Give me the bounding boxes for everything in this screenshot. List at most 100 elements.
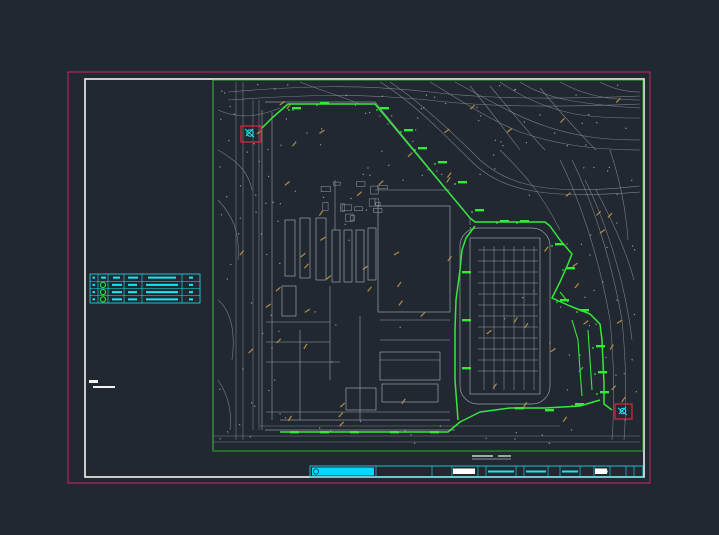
legend-cell bbox=[112, 298, 122, 301]
terrain-point bbox=[494, 168, 496, 170]
terrain-point bbox=[412, 140, 414, 142]
elevation-label bbox=[325, 275, 332, 280]
elevation-label bbox=[609, 344, 614, 350]
terrain-point bbox=[494, 139, 496, 141]
elevation-label bbox=[275, 286, 281, 292]
terrain-point bbox=[229, 105, 231, 108]
elevation-label bbox=[303, 343, 308, 350]
terrain-point bbox=[624, 419, 626, 421]
elevation-label bbox=[492, 383, 498, 389]
elevation-label bbox=[420, 311, 426, 317]
pipeline-label bbox=[600, 391, 609, 394]
terrain-point bbox=[249, 436, 251, 438]
elevation-label bbox=[544, 246, 549, 252]
terrain-point bbox=[391, 115, 393, 117]
elevation-label bbox=[320, 236, 326, 241]
terrain-point bbox=[434, 96, 436, 98]
legend-index bbox=[92, 276, 95, 279]
terrain-point bbox=[632, 245, 634, 247]
terrain-point bbox=[404, 430, 406, 432]
terrain-point bbox=[267, 148, 269, 151]
terrain-point bbox=[410, 434, 412, 436]
terrain-point bbox=[420, 108, 422, 110]
terrain-point bbox=[258, 160, 260, 163]
terrain-point bbox=[228, 139, 230, 142]
terrain-point bbox=[541, 434, 543, 436]
pipeline-label bbox=[380, 107, 389, 110]
terrain-point bbox=[500, 141, 502, 143]
terrain-point bbox=[285, 118, 287, 120]
cad-drawing-canvas[interactable] bbox=[0, 0, 719, 535]
legend-qty bbox=[189, 283, 193, 286]
pipeline-label bbox=[430, 431, 439, 434]
terrain-point bbox=[539, 114, 541, 116]
terrain-point bbox=[616, 299, 618, 301]
terrain-point bbox=[367, 167, 369, 169]
pipeline-label bbox=[462, 367, 471, 370]
terrain-point bbox=[633, 313, 635, 316]
legend-table[interactable] bbox=[89, 273, 201, 304]
road-line bbox=[217, 379, 231, 431]
elevation-label bbox=[304, 308, 311, 313]
legend-header bbox=[128, 276, 138, 279]
terrain-point bbox=[306, 132, 308, 134]
legend-index bbox=[92, 291, 95, 294]
pipeline-label bbox=[580, 309, 589, 312]
building bbox=[299, 217, 311, 279]
terrain-point bbox=[287, 84, 289, 86]
building bbox=[331, 229, 341, 283]
project-name-cell bbox=[312, 467, 374, 476]
terrain-point bbox=[414, 442, 416, 444]
pipeline-label bbox=[566, 267, 575, 270]
terrain-point bbox=[616, 222, 618, 224]
small-building bbox=[341, 204, 352, 211]
road-line bbox=[217, 199, 239, 261]
pipeline-label bbox=[575, 403, 584, 406]
terrain-point bbox=[319, 144, 322, 146]
elevation-label bbox=[396, 281, 402, 288]
building bbox=[379, 351, 441, 381]
pipeline-label bbox=[462, 271, 471, 274]
terrain-point bbox=[365, 112, 367, 114]
terrain-point bbox=[253, 143, 255, 145]
terrain-point bbox=[635, 391, 637, 393]
terrain-point bbox=[284, 417, 287, 419]
site-plan-frame bbox=[212, 79, 644, 452]
legend-symbol-icon bbox=[99, 296, 107, 303]
terrain-point bbox=[605, 356, 607, 359]
elevation-label bbox=[550, 347, 556, 353]
small-building bbox=[356, 181, 366, 187]
terrain-point bbox=[255, 211, 257, 213]
terrain-point bbox=[625, 127, 627, 129]
elevation-label bbox=[506, 128, 513, 133]
elevation-label bbox=[304, 263, 309, 269]
elevation-label bbox=[393, 251, 400, 256]
pipeline-label bbox=[560, 299, 569, 302]
drawing-title-cell bbox=[453, 468, 475, 474]
terrain-point bbox=[221, 90, 223, 92]
terrain-point bbox=[441, 173, 443, 175]
terrain-point bbox=[593, 289, 595, 291]
road-line bbox=[299, 81, 361, 105]
title-block-text bbox=[488, 470, 514, 473]
end-valve-marker[interactable] bbox=[614, 403, 633, 420]
start-valve-marker[interactable] bbox=[240, 125, 262, 143]
terrain-point bbox=[425, 94, 427, 96]
terrain-point bbox=[595, 323, 597, 325]
terrain-point bbox=[369, 174, 371, 176]
pipeline-label bbox=[596, 345, 605, 348]
cad-drawing-viewport[interactable] bbox=[0, 0, 719, 535]
pipeline-node bbox=[316, 104, 318, 106]
terrain-point bbox=[381, 150, 383, 152]
terrain-point bbox=[219, 388, 221, 390]
elevation-label bbox=[378, 180, 384, 186]
terrain-point bbox=[274, 379, 276, 381]
terrain-point bbox=[602, 281, 604, 283]
terrain-point bbox=[262, 332, 264, 334]
pipeline-label bbox=[458, 181, 467, 184]
terrain-point bbox=[260, 233, 262, 235]
pipeline-label bbox=[320, 102, 329, 105]
legend-cell bbox=[146, 291, 178, 294]
elevation-label bbox=[522, 402, 528, 408]
pipeline-node bbox=[596, 393, 598, 395]
